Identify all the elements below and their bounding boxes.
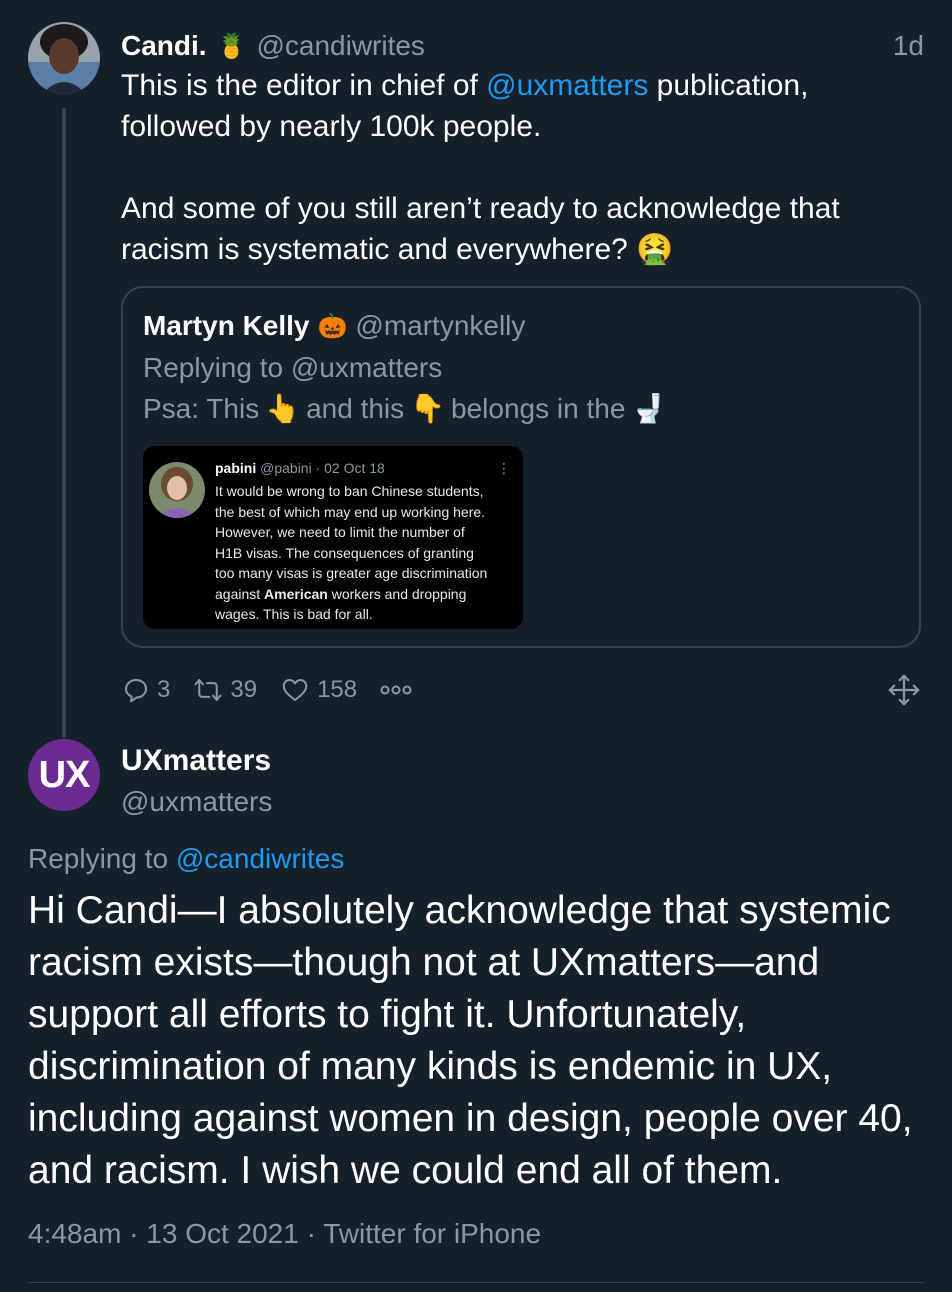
reply-button[interactable]: 3 — [121, 675, 170, 705]
quote-author-name: Martyn Kelly — [143, 310, 310, 341]
quote-text-c: belongs in the — [451, 392, 626, 424]
main-author-name[interactable]: UXmatters — [121, 744, 271, 778]
move-arrows-icon — [888, 674, 920, 706]
heart-icon — [282, 679, 308, 701]
top-tweet-text-part1: This is the editor in chief of — [121, 69, 487, 102]
mention-link-candiwrites[interactable]: @candiwrites — [176, 843, 344, 874]
uxmatters-avatar[interactable]: UX — [28, 739, 100, 811]
pumpkin-emoji-icon: 🎃 — [317, 312, 348, 340]
screenshot-author-name: pabini — [215, 460, 257, 476]
pabini-avatar — [149, 462, 205, 518]
screenshot-meta: @pabini · 02 Oct 18 — [256, 460, 385, 476]
screenshot-header: pabini @pabini · 02 Oct 18 — [215, 460, 385, 476]
main-replying-to: Replying to @candiwrites — [28, 843, 344, 875]
screenshot-body: It would be wrong to ban Chinese student… — [215, 481, 521, 625]
toilet-emoji-icon: 🚽 — [631, 393, 667, 424]
quote-text-b: and this — [306, 392, 405, 424]
top-tweet-text: This is the editor in chief of @uxmatter… — [121, 65, 921, 270]
main-replying-prefix: Replying to — [28, 843, 176, 874]
main-tweet-meta[interactable]: 4:48am · 13 Oct 2021 · Twitter for iPhon… — [28, 1218, 541, 1250]
main-author-handle[interactable]: @uxmatters — [121, 786, 272, 818]
pointing-down-emoji-icon: 👇 — [410, 393, 446, 424]
tweet-action-bar: 3 39 158 — [121, 672, 921, 708]
move-button[interactable] — [887, 673, 921, 707]
thread-connector-line — [62, 108, 66, 738]
top-tweet-header: Candi. 🍍 @candiwrites 1d — [121, 26, 924, 66]
quote-header: Martyn Kelly 🎃 @martynkelly — [143, 310, 525, 342]
screenshot-menu-icon: ⋮ — [497, 460, 511, 476]
quote-text-a: Psa: This — [143, 392, 260, 424]
divider — [28, 1282, 924, 1283]
pointing-up-emoji-icon: 👆 — [265, 393, 301, 424]
screenshot-body-a: It would be wrong to ban Chinese student… — [215, 483, 488, 602]
quoted-tweet-card[interactable]: Martyn Kelly 🎃 @martynkelly Replying to … — [121, 286, 921, 648]
tweet-timestamp[interactable]: 1d — [893, 30, 924, 62]
candi-avatar[interactable] — [28, 22, 100, 94]
retweet-button[interactable]: 39 — [192, 675, 257, 705]
more-button[interactable] — [379, 680, 413, 700]
main-tweet-text: Hi Candi—I absolutely acknowledge that s… — [28, 889, 913, 1192]
retweet-icon — [194, 679, 222, 701]
screenshot-body-bold: American — [264, 585, 328, 602]
like-button[interactable]: 158 — [279, 675, 357, 705]
reply-icon — [125, 679, 147, 703]
mention-link-uxmatters[interactable]: @uxmatters — [486, 69, 648, 102]
quote-author-handle: @martynkelly — [355, 310, 526, 341]
reply-count: 3 — [157, 676, 171, 703]
author-handle[interactable]: @candiwrites — [256, 30, 424, 62]
ellipsis-icon — [380, 685, 412, 695]
pineapple-emoji-icon: 🍍 — [216, 32, 247, 60]
quote-replying-to: Replying to @uxmatters — [143, 352, 443, 383]
author-name[interactable]: Candi. — [121, 30, 207, 62]
quote-text: Psa: This 👆 and this 👇 belongs in the 🚽 — [143, 392, 666, 425]
embedded-tweet-screenshot[interactable]: pabini @pabini · 02 Oct 18 ⋮ It would be… — [143, 446, 523, 629]
like-count: 158 — [317, 676, 358, 703]
vomit-emoji-icon: 🤮 — [636, 233, 674, 266]
retweet-count: 39 — [230, 676, 258, 703]
